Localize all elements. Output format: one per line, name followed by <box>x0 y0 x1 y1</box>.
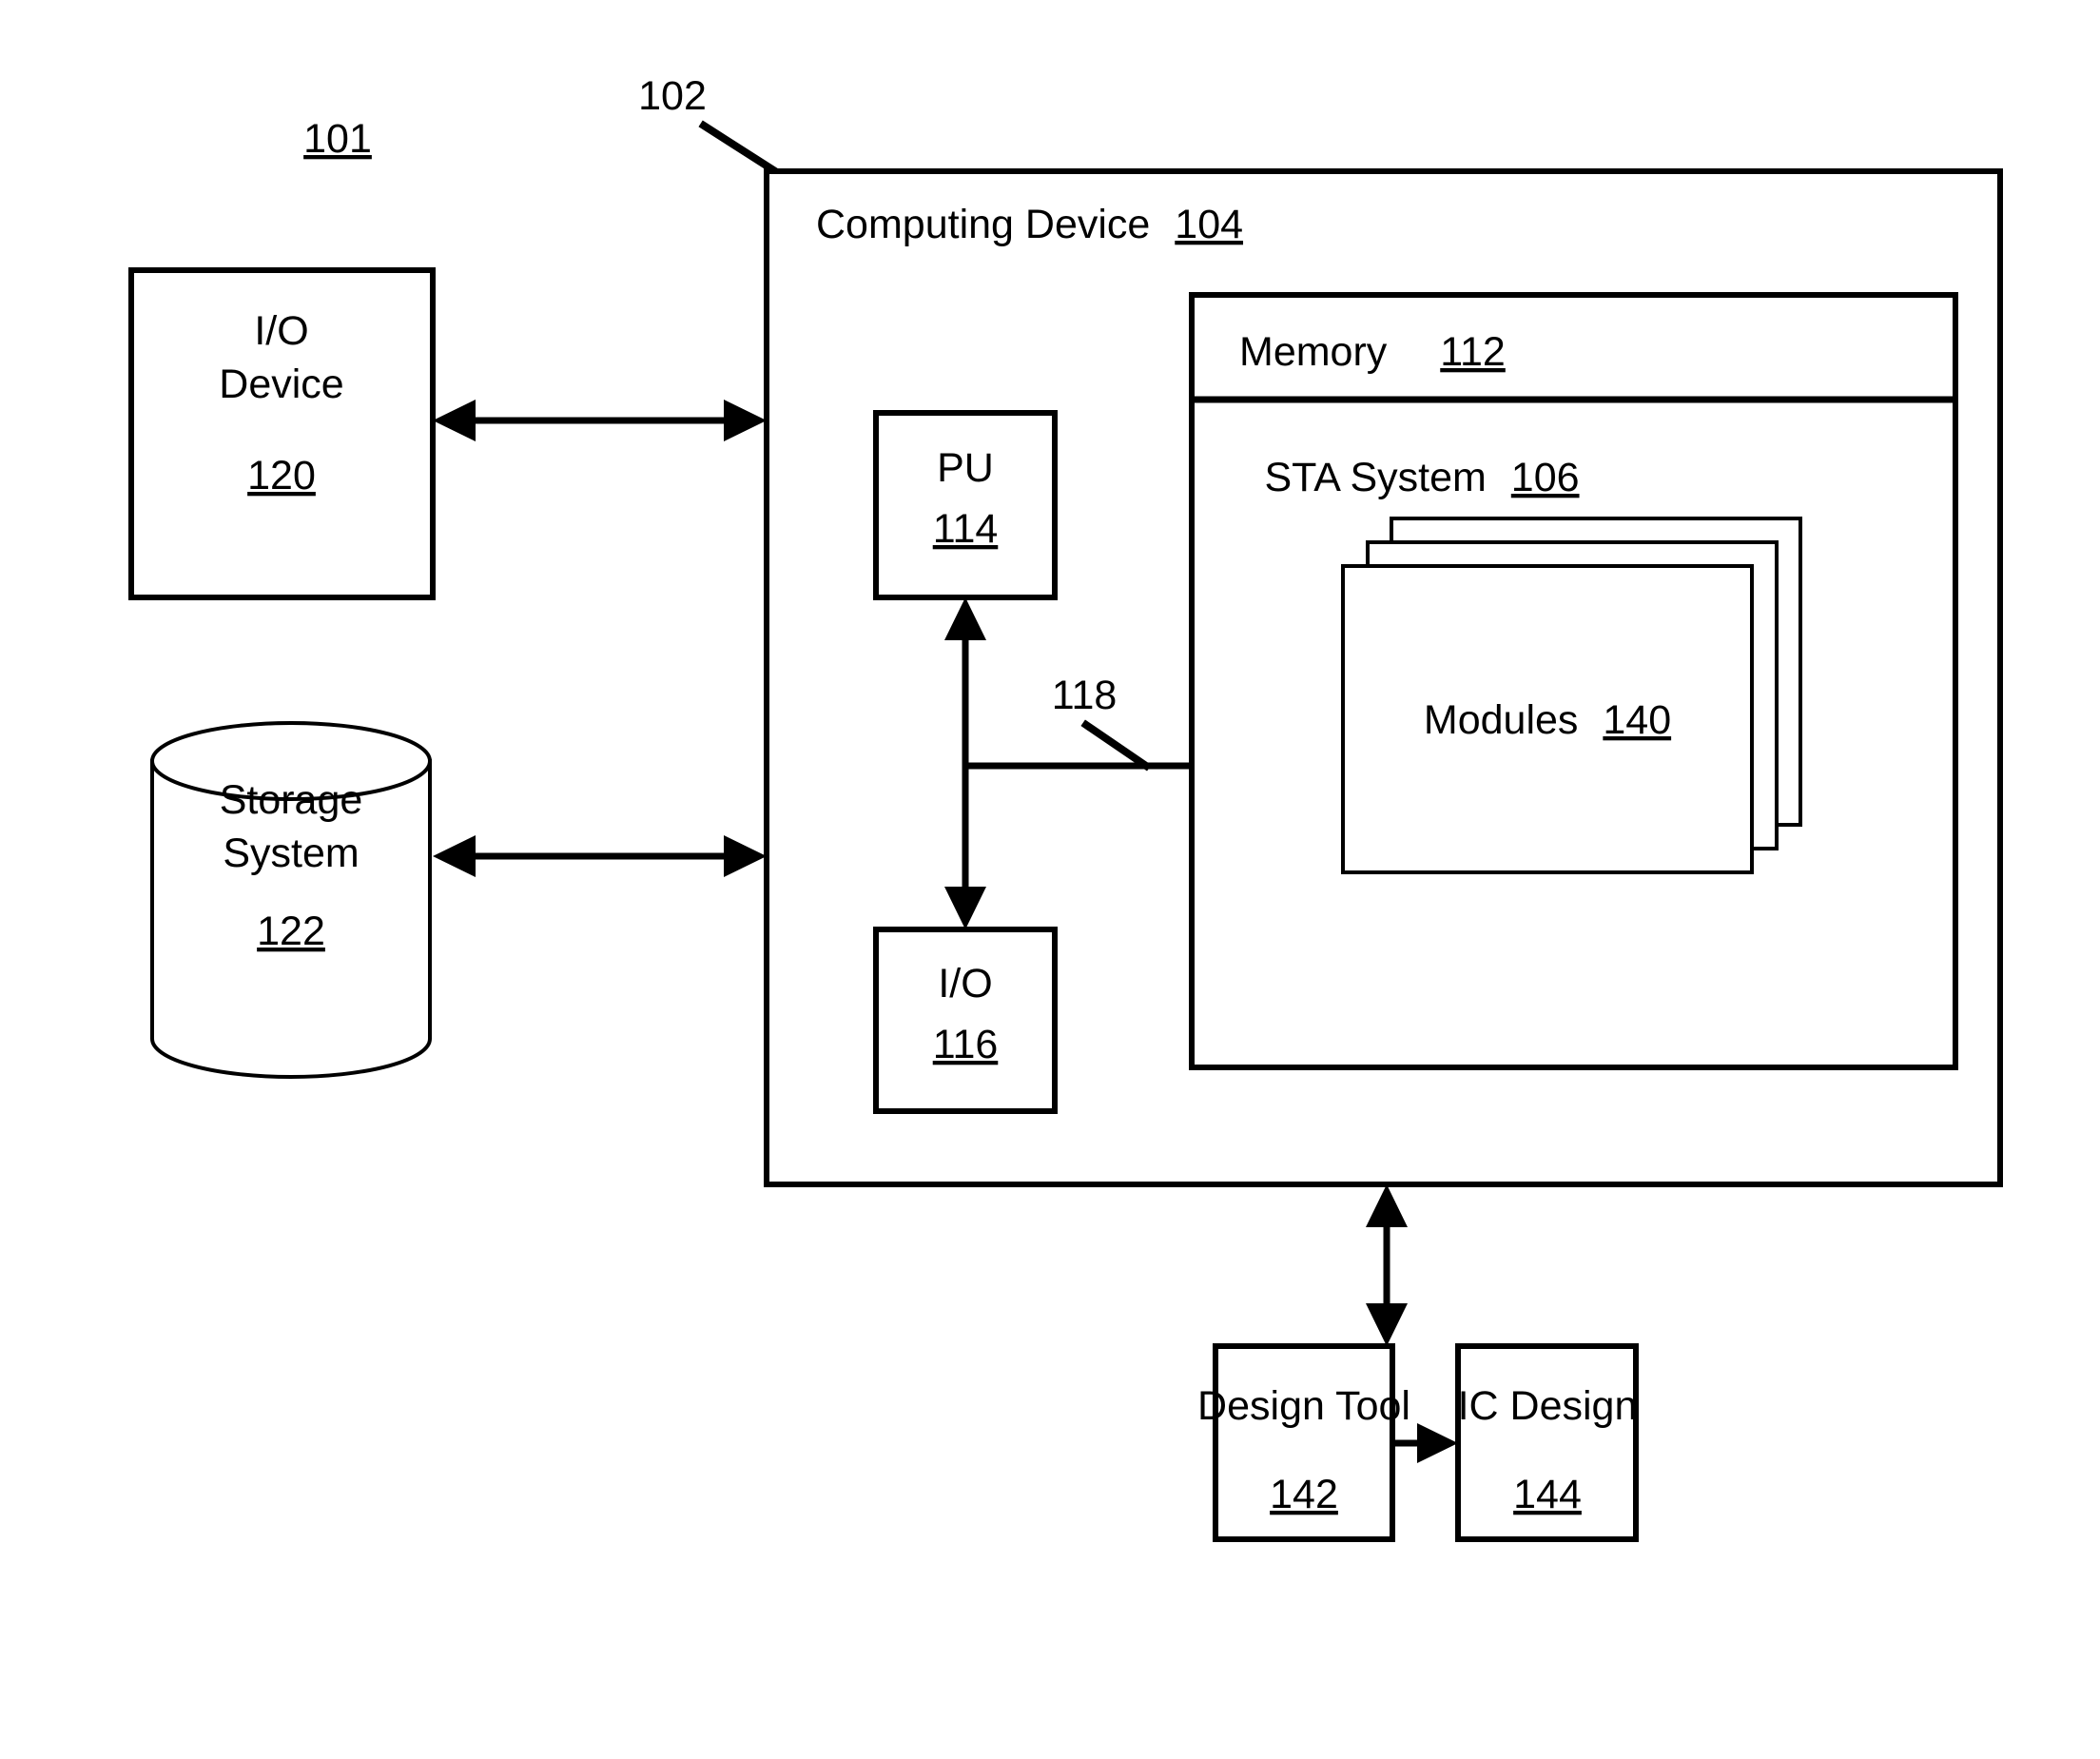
io-internal-ref: 116 <box>933 1022 999 1067</box>
ic-design-ref: 144 <box>1513 1472 1582 1517</box>
storage-system-arrowhead-left <box>433 835 476 877</box>
ref-118-label: 118 <box>1052 673 1118 718</box>
storage-system-label-line1: Storage <box>220 777 363 823</box>
design-tool-arrowhead-down <box>1366 1303 1408 1346</box>
computing-device-label: Computing Device 104 <box>816 202 1243 247</box>
pu-box <box>873 410 1058 600</box>
ref-102-leader-line <box>698 120 781 177</box>
ic-design-label: IC Design <box>1458 1383 1638 1429</box>
modules-label: Modules 140 <box>1424 697 1671 743</box>
ic-design-arrowhead <box>1417 1423 1458 1463</box>
sta-system-label: STA System 106 <box>1264 455 1579 500</box>
io-device-ref: 120 <box>247 453 316 498</box>
io-device-label-line2: Device <box>219 362 343 407</box>
block-diagram: 101 102 118 Computing Device 104 I/O Dev… <box>128 73 2003 1542</box>
ref-102-label: 102 <box>638 73 707 119</box>
storage-system-ref: 122 <box>257 909 325 954</box>
io-internal-box <box>873 927 1058 1114</box>
pu-label: PU <box>937 445 994 491</box>
memory-label: Memory 112 <box>1239 329 1506 375</box>
storage-system-label-line2: System <box>223 831 359 876</box>
io-device-label-line1: I/O <box>254 308 308 354</box>
design-tool-ref: 142 <box>1270 1472 1338 1517</box>
design-tool-label: Design Tool <box>1197 1383 1410 1429</box>
io-device-arrowhead-right <box>724 400 767 441</box>
ref-101-label: 101 <box>303 116 372 162</box>
io-internal-label: I/O <box>938 961 992 1007</box>
pu-ref: 114 <box>933 506 999 552</box>
patent-figure: 101 102 118 Computing Device 104 I/O Dev… <box>0 0 2100 1759</box>
storage-system-arrowhead-right <box>724 835 767 877</box>
io-device-arrowhead-left <box>433 400 476 441</box>
design-tool-arrowhead-up <box>1366 1184 1408 1227</box>
